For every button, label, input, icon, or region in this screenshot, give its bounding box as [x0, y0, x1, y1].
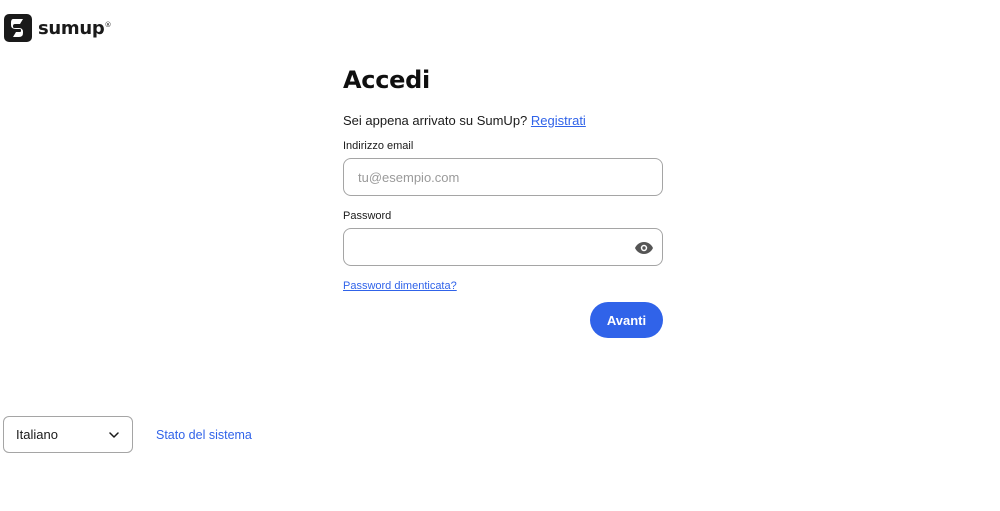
email-field-wrapper: [343, 158, 663, 196]
language-select-value: Italiano: [16, 427, 58, 442]
signup-link[interactable]: Registrati: [531, 113, 586, 128]
language-select[interactable]: Italiano: [3, 416, 133, 453]
password-label: Password: [343, 210, 392, 222]
email-input[interactable]: [344, 159, 662, 195]
eye-icon[interactable]: [635, 239, 653, 257]
email-label: Indirizzo email: [343, 140, 414, 152]
brand-wordmark: sumup®: [38, 17, 112, 39]
password-field-wrapper: [343, 228, 663, 266]
signup-prompt-text: Sei appena arrivato su SumUp?: [343, 113, 528, 128]
system-status-link[interactable]: Stato del sistema: [156, 428, 252, 442]
form-actions: Avanti: [343, 302, 663, 338]
forgot-password-link[interactable]: Password dimenticata?: [343, 280, 457, 292]
page-title: Accedi: [343, 66, 430, 94]
sumup-logo-icon: [4, 14, 32, 42]
chevron-down-icon: [108, 429, 120, 441]
submit-button[interactable]: Avanti: [590, 302, 663, 338]
password-input[interactable]: [344, 229, 662, 265]
signup-prompt: Sei appena arrivato su SumUp? Registrati: [343, 113, 663, 128]
login-form: Accedi Sei appena arrivato su SumUp? Reg…: [343, 62, 663, 338]
sumup-logo[interactable]: sumup®: [4, 14, 111, 42]
login-page: sumup® Accedi Sei appena arrivato su Sum…: [0, 0, 1000, 511]
